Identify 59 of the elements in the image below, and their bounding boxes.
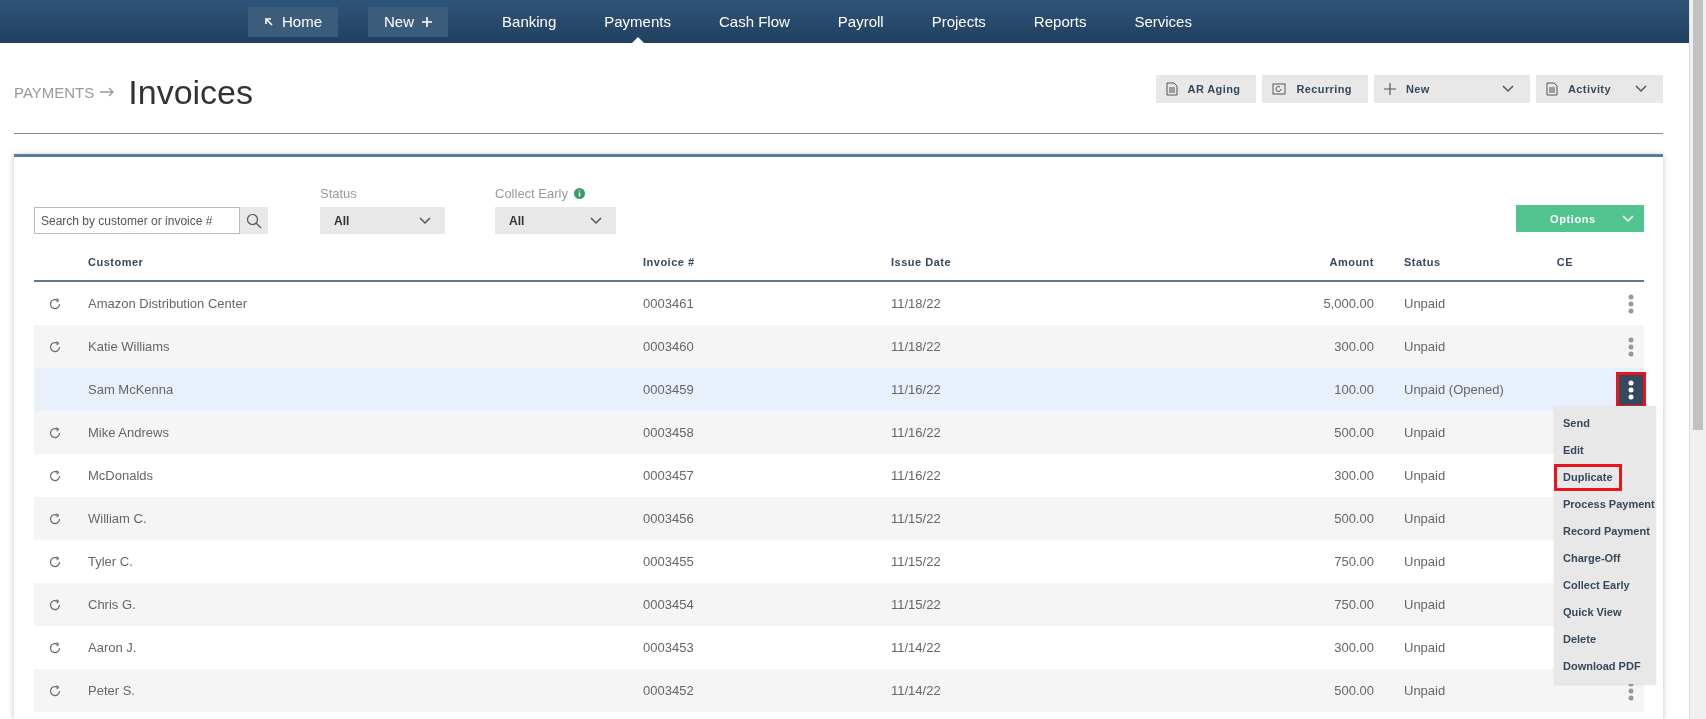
table-cell-text: 750.00 <box>1333 554 1374 569</box>
table-cell-text: 500.00 <box>1333 683 1374 698</box>
table-cell-text: Unpaid <box>1403 425 1447 440</box>
table-cell-text: Unpaid <box>1403 554 1447 569</box>
table-cell-text: 11/14/22 <box>891 640 942 655</box>
table-cell-text: 0003458 <box>643 425 695 440</box>
table-cell-text: Peter S. <box>88 683 136 698</box>
table-cell-text: Aaron J. <box>88 640 138 655</box>
table-cell-text: Unpaid <box>1403 640 1447 655</box>
filter-label: Collect Early <box>495 186 568 201</box>
table-cell-text: 0003455 <box>643 554 695 569</box>
table-cell-text: 0003452 <box>643 683 695 698</box>
table-cell-text: McDonalds <box>88 468 155 483</box>
table-cell-text: Sam McKenna <box>88 382 175 397</box>
table-cell-text: 11/16/22 <box>891 382 942 397</box>
table-cell-text: Chris G. <box>88 597 137 612</box>
column-header: CE <box>1555 256 1575 268</box>
table-cell-text: 0003459 <box>643 382 695 397</box>
table-cell-text: 0003456 <box>643 511 695 526</box>
page-title: Invoices <box>128 72 255 112</box>
column-header: Customer <box>88 256 145 268</box>
table-cell-text: 0003460 <box>643 339 695 354</box>
table-cell-text: Unpaid <box>1403 339 1447 354</box>
column-header: Amount <box>1328 256 1374 268</box>
table-cell-text: 300.00 <box>1333 468 1374 483</box>
table-cell-text: 11/15/22 <box>891 554 942 569</box>
table-cell-text: 100.00 <box>1333 382 1374 397</box>
table-cell-text: 11/18/22 <box>891 296 942 311</box>
table-cell-text: 500.00 <box>1333 425 1374 440</box>
table-cell-text: 11/15/22 <box>891 511 942 526</box>
table-cell-text: Tyler C. <box>88 554 134 569</box>
table-cell-text: 11/15/22 <box>891 597 942 612</box>
table-cell-text: Mike Andrews <box>88 425 170 440</box>
table-cell-text: 0003461 <box>643 296 695 311</box>
table-cell-text: 11/14/22 <box>891 683 942 698</box>
table-cell-text: 0003454 <box>643 597 695 612</box>
column-header: Status <box>1403 256 1442 268</box>
table-cell-text: Unpaid <box>1403 597 1447 612</box>
table-cell-text: Katie Williams <box>88 339 171 354</box>
table-cell-text: 11/16/22 <box>891 425 942 440</box>
table-cell-text: 300.00 <box>1333 640 1374 655</box>
table-cell-text: Amazon Distribution Center <box>88 296 248 311</box>
table-cell-text: Unpaid (Opened) <box>1403 382 1505 397</box>
table-cell-text: Unpaid <box>1403 468 1447 483</box>
table-cell-text: 11/16/22 <box>891 468 942 483</box>
table-cell-text: 5,000.00 <box>1322 296 1374 311</box>
table-cell-text: 300.00 <box>1333 339 1374 354</box>
table-cell-text: Unpaid <box>1403 296 1447 311</box>
table-cell-text: 11/18/22 <box>891 339 942 354</box>
table-cell-text: 0003457 <box>643 468 695 483</box>
table-cell-text: Unpaid <box>1403 683 1447 698</box>
table-cell-text: Unpaid <box>1403 511 1447 526</box>
table-cell-text: William C. <box>88 511 148 526</box>
table-cell-text: 500.00 <box>1333 511 1374 526</box>
table-cell-text: 0003453 <box>643 640 695 655</box>
column-header: Issue Date <box>891 256 953 268</box>
filter-label: Status <box>320 186 357 201</box>
column-header: Invoice # <box>643 256 696 268</box>
table-cell-text: 750.00 <box>1333 597 1374 612</box>
